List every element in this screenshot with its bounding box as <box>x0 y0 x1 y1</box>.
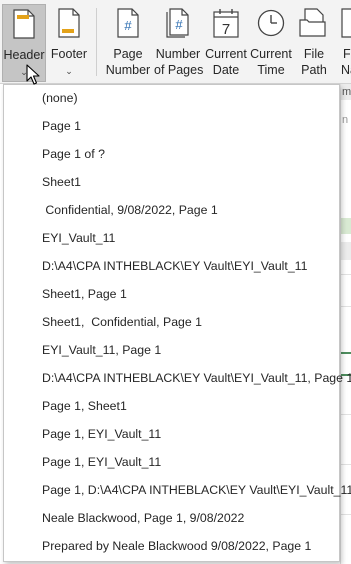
current-time-label-1: Current <box>250 47 292 61</box>
file-path-label-2: Path <box>301 63 327 77</box>
header-option[interactable]: EYI_Vault_11, Page 1 <box>4 337 339 363</box>
grid-line <box>341 306 351 307</box>
page-number-label-1: Page <box>113 47 143 61</box>
footer-icon <box>58 8 80 38</box>
number-of-pages-label-1: Number <box>155 47 201 61</box>
header-option[interactable]: Sheet1, Page 1 <box>4 281 339 307</box>
file-name-label-1: F <box>343 47 351 61</box>
page-number-button[interactable]: # Page Number <box>104 4 152 82</box>
file-name-button[interactable]: F Na <box>337 4 351 82</box>
header-option[interactable]: Page 1, EYI_Vault_11 <box>4 421 339 447</box>
header-option[interactable]: Page 1, Sheet1 <box>4 393 339 419</box>
header-option[interactable]: Neale Blackwood, Page 1, 9/08/2022 <box>4 505 339 531</box>
current-date-label-2: Date <box>212 63 240 77</box>
header-label: Header <box>3 48 45 62</box>
footer-button[interactable]: Footer ⌄ <box>49 4 89 82</box>
header-option[interactable]: Page 1, EYI_Vault_11 <box>4 449 339 475</box>
current-time-label-2: Time <box>257 63 285 77</box>
worksheet-highlight-band <box>341 218 351 234</box>
page-number-icon: # <box>117 8 139 38</box>
worksheet-text-fragment-1: m <box>342 86 351 98</box>
header-option[interactable]: D:\A4\CPA INTHEBLACK\EY Vault\EYI_Vault_… <box>4 365 351 391</box>
header-option[interactable]: Page 1, D:\A4\CPA INTHEBLACK\EY Vault\EY… <box>4 477 351 503</box>
worksheet-text-fragment-2: n <box>342 114 349 126</box>
header-option[interactable]: Page 1 <box>4 113 339 139</box>
grid-line <box>341 464 351 465</box>
mouse-cursor-icon <box>26 64 40 85</box>
grid-line <box>341 414 351 415</box>
current-date-label-1: Current <box>205 47 247 61</box>
current-time-button[interactable]: Current Time <box>249 4 293 82</box>
header-icon <box>13 9 35 39</box>
current-date-button[interactable]: 7 Current Date <box>204 4 248 82</box>
number-of-pages-label-2: of Pages <box>154 63 204 77</box>
header-option[interactable]: Prepared by Neale Blackwood 9/08/2022, P… <box>4 533 339 559</box>
file-name-label-2: Na <box>341 63 351 77</box>
grid-line <box>341 514 351 515</box>
svg-text:7: 7 <box>222 21 230 38</box>
clock-icon <box>257 9 285 37</box>
calendar-icon: 7 <box>213 9 239 38</box>
folder-file-icon <box>299 8 326 37</box>
number-of-pages-icon: # <box>166 8 189 38</box>
svg-text:#: # <box>124 18 132 33</box>
header-option[interactable]: Sheet1 <box>4 169 339 195</box>
worksheet-green-line <box>341 352 351 354</box>
ribbon-separator <box>96 8 97 76</box>
header-option[interactable]: D:\A4\CPA INTHEBLACK\EY Vault\EYI_Vault_… <box>4 253 339 279</box>
header-option[interactable]: Page 1 of ? <box>4 141 339 167</box>
footer-caret-icon: ⌄ <box>65 66 73 76</box>
page-number-label-2: Number <box>105 63 151 77</box>
header-option[interactable]: EYI_Vault_11 <box>4 225 339 251</box>
header-option[interactable]: Sheet1, Confidential, Page 1 <box>4 309 339 335</box>
file-name-icon <box>341 8 351 38</box>
header-option[interactable]: Confidential, 9/08/2022, Page 1 <box>4 197 339 223</box>
ribbon: Header ⌄ Footer ⌄ # Page Number # Number <box>0 0 351 84</box>
header-option-none[interactable]: (none) <box>4 85 339 111</box>
worksheet-gray-band <box>341 242 351 260</box>
footer-label: Footer <box>50 47 88 61</box>
header-dropdown-menu: (none) Page 1 Page 1 of ? Sheet1 Confide… <box>3 84 351 562</box>
svg-text:#: # <box>175 17 183 32</box>
grid-line <box>341 274 351 275</box>
number-of-pages-button[interactable]: # Number of Pages <box>154 4 204 82</box>
file-path-button[interactable]: File Path <box>294 4 334 82</box>
file-path-label-1: File <box>303 47 325 61</box>
